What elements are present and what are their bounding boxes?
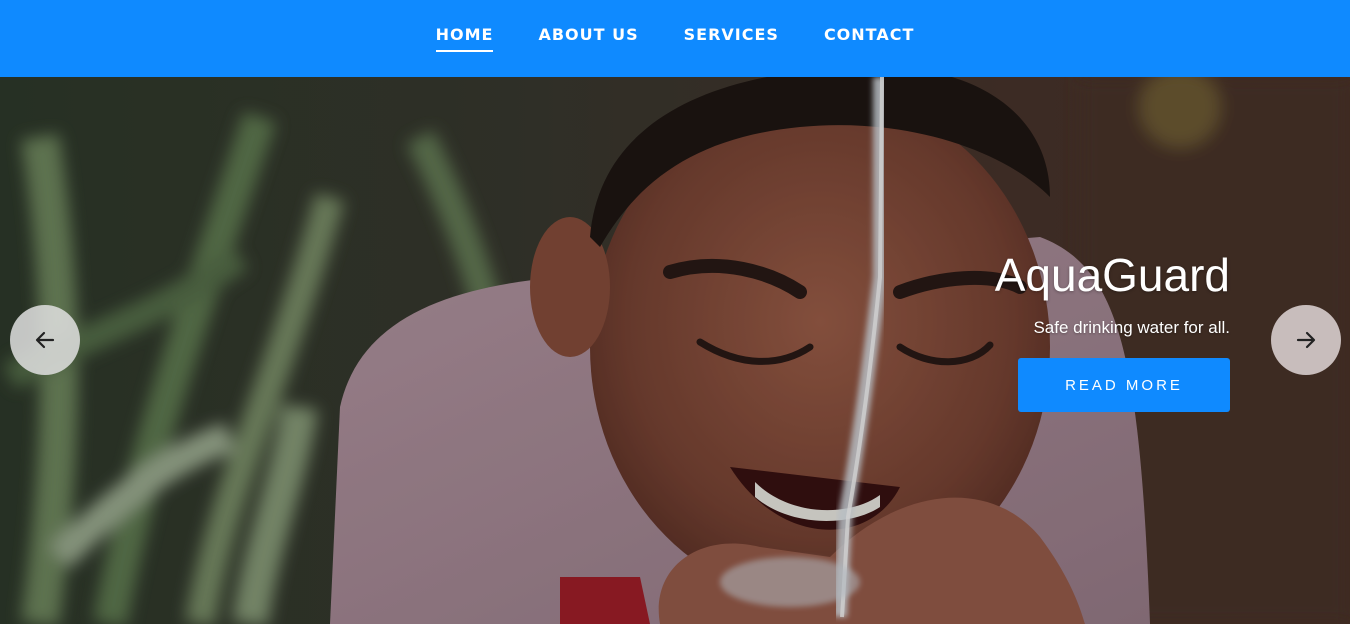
- nav-item-about-us: ABOUT US: [538, 25, 638, 52]
- nav-item-home: HOME: [435, 25, 494, 52]
- nav-menu: HOME ABOUT US SERVICES CONTACT: [435, 25, 915, 52]
- nav-item-contact: CONTACT: [824, 25, 914, 52]
- nav-link-services[interactable]: SERVICES: [684, 25, 779, 52]
- carousel-prev-button[interactable]: [10, 305, 80, 375]
- nav-link-home[interactable]: HOME: [435, 25, 494, 52]
- arrow-right-icon: [1296, 331, 1316, 349]
- nav-link-about-us[interactable]: ABOUT US: [538, 25, 638, 52]
- top-navbar: HOME ABOUT US SERVICES CONTACT: [0, 0, 1350, 77]
- hero-carousel: AquaGuard Safe drinking water for all. R…: [0, 77, 1350, 624]
- hero-caption: AquaGuard Safe drinking water for all. R…: [995, 252, 1230, 412]
- nav-item-services: SERVICES: [684, 25, 779, 52]
- hero-subtitle: Safe drinking water for all.: [1033, 318, 1230, 337]
- hero-title: AquaGuard: [994, 249, 1230, 301]
- nav-link-contact[interactable]: CONTACT: [824, 25, 914, 52]
- arrow-left-icon: [35, 331, 55, 349]
- carousel-next-button[interactable]: [1271, 305, 1341, 375]
- read-more-button[interactable]: READ MORE: [1018, 358, 1230, 412]
